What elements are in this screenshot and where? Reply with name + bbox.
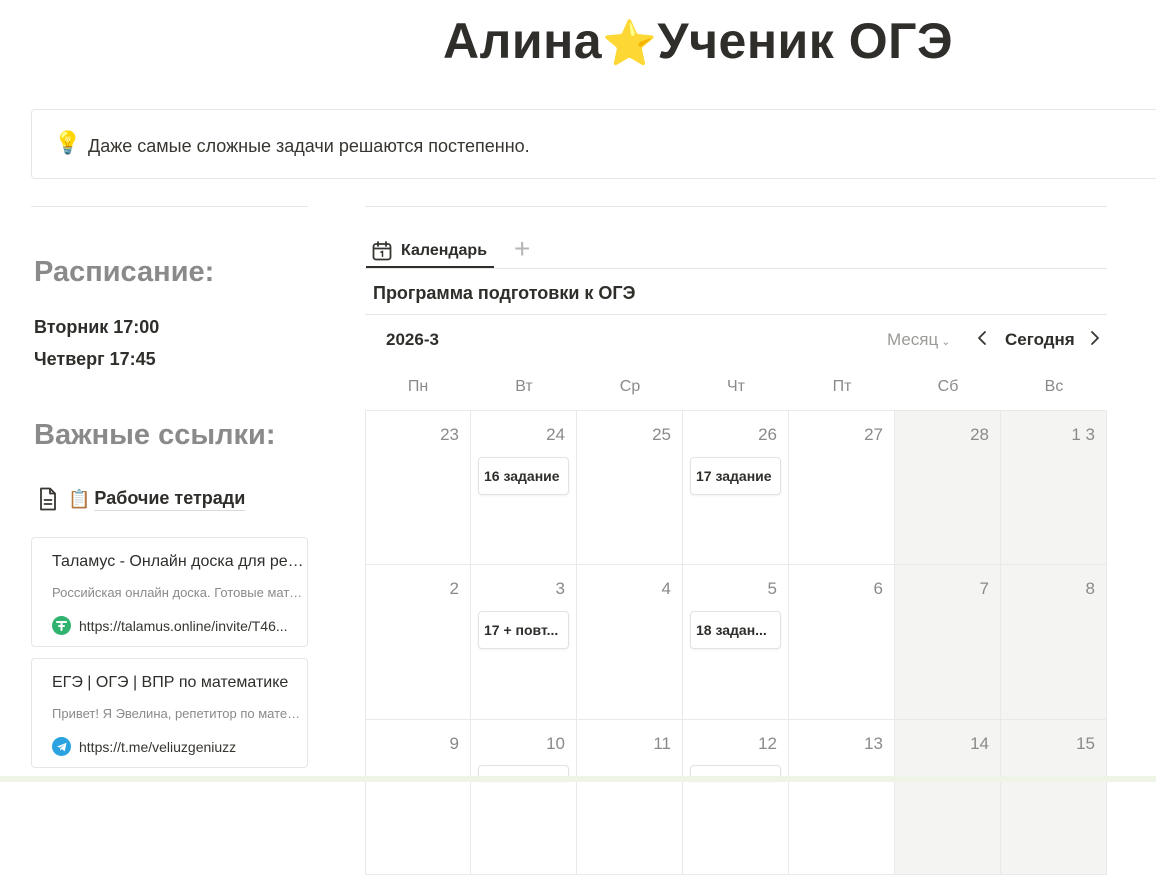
- day-number: 3: [555, 579, 565, 598]
- plus-icon[interactable]: +: [514, 235, 530, 263]
- day-number: 12: [758, 734, 777, 753]
- star-icon: ⭐: [602, 19, 658, 68]
- calendar-icon: [372, 241, 392, 261]
- workbooks-link-label: Рабочие тетради: [94, 488, 246, 511]
- day-number: 24: [546, 425, 565, 444]
- calendar-day-cell[interactable]: 9: [365, 720, 471, 875]
- day-number: 5: [767, 579, 777, 598]
- weekday-tue: Вт: [515, 378, 533, 395]
- left-column-divider: [31, 206, 308, 207]
- calendar-day-cell[interactable]: 5 18 задан...: [683, 565, 789, 720]
- bookmark-description: Российская онлайн доска. Готовые материа…: [52, 585, 304, 600]
- calendar-event-card[interactable]: 16 задание: [478, 457, 569, 495]
- bookmark-url: https://talamus.online/invite/T46...: [79, 617, 288, 634]
- bookmark-url-row: https://t.me/veliuzgeniuzz: [52, 737, 306, 756]
- day-number: 25: [652, 425, 671, 444]
- bookmark-url: https://t.me/veliuzgeniuzz: [79, 738, 237, 755]
- day-number: 26: [758, 425, 777, 444]
- workbooks-page-link[interactable]: 📋 Рабочие тетради: [38, 486, 246, 512]
- calendar-day-cell[interactable]: 12: [683, 720, 789, 875]
- links-heading: Важные ссылки:: [34, 419, 276, 451]
- day-number: 11: [653, 734, 671, 753]
- view-mode-label: Месяц: [887, 330, 939, 349]
- day-number: 8: [1085, 579, 1095, 598]
- calendar-day-cell[interactable]: 3 17 + повт...: [471, 565, 577, 720]
- page-title: Алина⭐Ученик ОГЭ: [443, 12, 953, 70]
- right-column-divider: [365, 206, 1107, 207]
- bookmark-talamus[interactable]: Таламус - Онлайн доска для репетиторов Р…: [31, 537, 308, 647]
- day-number: 28: [970, 425, 989, 444]
- calendar-day-cell[interactable]: 11: [577, 720, 683, 875]
- page-title-suffix: Ученик ОГЭ: [657, 13, 954, 69]
- weekday-sun: Вс: [1044, 378, 1064, 395]
- bookmark-telegram[interactable]: ЕГЭ | ОГЭ | ВПР по математике Привет! Я …: [31, 658, 308, 768]
- calendar-day-cell[interactable]: 25: [577, 410, 683, 565]
- callout-text: Даже самые сложные задачи решаются посте…: [88, 136, 530, 156]
- schedule-heading: Расписание:: [34, 256, 215, 288]
- database-title-divider: [365, 314, 1107, 315]
- weekday-wed: Ср: [619, 378, 641, 395]
- calendar-event-card[interactable]: 17 + повт...: [478, 611, 569, 649]
- calendar-event-card[interactable]: 17 задание: [690, 457, 781, 495]
- calendar-day-cell[interactable]: 28: [895, 410, 1001, 565]
- chevron-left-icon[interactable]: [975, 328, 989, 353]
- day-number: 9: [449, 734, 459, 753]
- calendar-day-cell[interactable]: 26 17 задание: [683, 410, 789, 565]
- calendar-day-cell[interactable]: 4: [577, 565, 683, 720]
- calendar-grid: 23 24 16 задание 25 26 17 задание 27 28 1 3 2 3 17 …: [365, 410, 1107, 875]
- tab-calendar[interactable]: Календарь: [366, 236, 487, 266]
- day-number: 14: [970, 734, 989, 753]
- calendar-event-card[interactable]: 18 задан...: [690, 611, 781, 649]
- day-number: 15: [1076, 734, 1095, 753]
- page-title-prefix: Алина: [443, 13, 603, 69]
- bookmark-description: Привет! Я Эвелина, репетитор по математи…: [52, 706, 304, 721]
- tab-bar-divider: [365, 268, 1107, 269]
- calendar-day-cell[interactable]: 24 16 задание: [471, 410, 577, 565]
- weekday-sat: Сб: [937, 378, 959, 395]
- today-button[interactable]: Сегодня: [1005, 330, 1075, 350]
- day-number: 7: [979, 579, 989, 598]
- calendar-day-cell[interactable]: 13: [789, 720, 895, 875]
- calendar-day-cell[interactable]: 27: [789, 410, 895, 565]
- chevron-right-icon[interactable]: [1088, 328, 1102, 353]
- calendar-day-cell[interactable]: 15: [1001, 720, 1107, 875]
- day-number: 2: [449, 579, 459, 598]
- schedule-line-tuesday: Вторник 17:00: [34, 317, 160, 337]
- day-number: 27: [864, 425, 883, 444]
- weekday-fri: Пт: [832, 378, 852, 395]
- day-number: 4: [661, 579, 671, 598]
- day-number: 10: [546, 734, 565, 753]
- calendar-day-cell[interactable]: 7: [895, 565, 1001, 720]
- tab-calendar-label: Календарь: [401, 242, 488, 259]
- calendar-day-cell[interactable]: 6: [789, 565, 895, 720]
- calendar-day-cell[interactable]: 10: [471, 720, 577, 875]
- quote-callout: 💡 Даже самые сложные задачи решаются пос…: [31, 109, 1156, 179]
- bookmark-title: Таламус - Онлайн доска для репетиторов: [52, 553, 304, 570]
- day-number: 13: [864, 734, 883, 753]
- calendar-day-cell[interactable]: 14: [895, 720, 1001, 875]
- day-number: 23: [440, 425, 459, 444]
- day-number: 6: [873, 579, 883, 598]
- view-mode-select[interactable]: Месяц ⌄: [887, 330, 950, 350]
- bookmark-title: ЕГЭ | ОГЭ | ВПР по математике: [52, 674, 289, 691]
- schedule-line-thursday: Четверг 17:45: [34, 349, 156, 369]
- calendar-day-cell[interactable]: 2: [365, 565, 471, 720]
- lightbulb-icon: 💡: [54, 130, 82, 155]
- bookmark-url-row: https://talamus.online/invite/T46...: [52, 616, 306, 635]
- weekday-thu: Чт: [727, 378, 745, 395]
- calendar-month-label: 2026-3: [386, 330, 439, 349]
- calendar-day-cell[interactable]: 1 3: [1001, 410, 1107, 565]
- bottom-edge-bar: [0, 776, 1156, 782]
- database-title[interactable]: Программа подготовки к ОГЭ: [373, 283, 635, 304]
- telegram-icon: [52, 737, 71, 756]
- weekday-mon: Пн: [407, 378, 429, 395]
- talamus-icon: [52, 616, 71, 635]
- clipboard-icon: 📋: [68, 488, 91, 509]
- calendar-day-cell[interactable]: 23: [365, 410, 471, 565]
- document-icon: [40, 487, 56, 511]
- day-number: 1 3: [1071, 425, 1095, 444]
- chevron-down-icon: ⌄: [941, 336, 951, 348]
- calendar-day-cell[interactable]: 8: [1001, 565, 1107, 720]
